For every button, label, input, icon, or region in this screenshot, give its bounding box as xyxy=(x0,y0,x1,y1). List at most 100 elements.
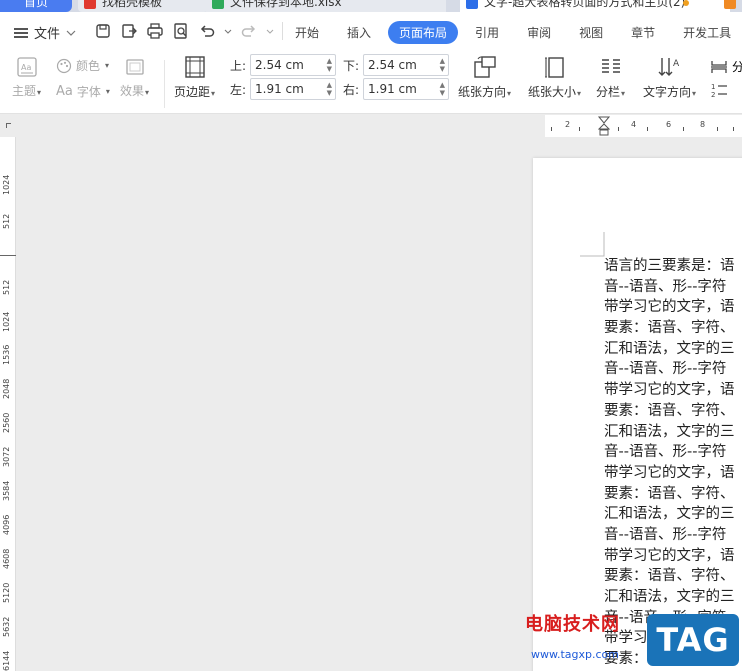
ribbon-tabs: 开始 插入 页面布局 引用 审阅 视图 章节 开发工具 xyxy=(284,21,742,44)
right-margin-label: 右: xyxy=(343,82,360,97)
columns-icon xyxy=(601,59,620,73)
text-line: 要素：语音、字符、 xyxy=(604,320,735,337)
text-line: 音--语音、形--字符 xyxy=(604,361,727,378)
unsaved-dot-icon xyxy=(683,0,689,6)
ruler-tick xyxy=(618,127,619,131)
tab-presentation[interactable] xyxy=(720,0,742,12)
spin-arrows-icon[interactable]: ▲ ▼ xyxy=(327,57,332,73)
paper-size-label: 纸张大小▾ xyxy=(528,85,582,99)
undo-icon[interactable] xyxy=(198,22,216,40)
color-label: 颜色 xyxy=(76,59,101,73)
font-label: 字体 xyxy=(76,85,101,99)
tab-start[interactable]: 开始 xyxy=(284,21,330,44)
tab-home-label: 首页 xyxy=(23,0,48,9)
indent-marker-icon[interactable] xyxy=(598,116,610,136)
text-line: 音--语音、形--字符 xyxy=(604,278,727,295)
tab-insert[interactable]: 插入 xyxy=(336,21,382,44)
tab-spreadsheet-label: 文件保存到本地.xlsx xyxy=(230,0,342,9)
tab-section[interactable]: 章节 xyxy=(620,21,666,44)
top-margin-value: 2.54 cm xyxy=(255,58,304,72)
bottom-margin-label: 下: xyxy=(343,58,360,73)
vruler-label: 4096 xyxy=(2,514,11,535)
theme-icon: Aa xyxy=(16,57,37,77)
margins-button[interactable]: 页边距▾ xyxy=(174,55,215,100)
text-line: 汇和语法，文字的三 xyxy=(604,340,735,357)
watermark-url: www.tagxp.com xyxy=(531,648,619,661)
text-line: 带学习它的文字，语 xyxy=(604,464,735,481)
horizontal-ruler[interactable]: 2 4 6 8 xyxy=(545,115,742,137)
ruler-label: 8 xyxy=(700,120,706,129)
ruler-corner-icon[interactable] xyxy=(6,123,11,128)
spin-arrows-icon[interactable]: ▲ ▼ xyxy=(440,57,445,73)
tab-template[interactable]: 找稻壳模板 xyxy=(78,0,208,12)
save-icon[interactable] xyxy=(94,22,112,40)
document-tab-bar: 首页 找稻壳模板 文件保存到本地.xlsx 文字-超大表格转页面的方式和主页(2… xyxy=(0,0,742,12)
menu-bar: 文件 开始 插入 页面布局 引用 审阅 视图 章节 开发工具 xyxy=(0,12,742,52)
effect-icon xyxy=(125,59,144,75)
text-line: 要素：语音、字符、 xyxy=(604,402,735,419)
wps-writer-window: 首页 找稻壳模板 文件保存到本地.xlsx 文字-超大表格转页面的方式和主页(2… xyxy=(0,0,742,671)
text-direction-label: 文字方向▾ xyxy=(643,85,697,99)
tab-active-document[interactable]: 文字-超大表格转页面的方式和主页(2) xyxy=(460,0,730,12)
page-layout-ribbon: Aa 主题▾ 颜色 ▾ Aa 字体 ▾ 效果▾ 页边距▾ 上: 2.54 cm ▲ ▼ … xyxy=(0,52,742,114)
text-line: 音--语音、形--字符 xyxy=(604,526,727,543)
font-theme-button[interactable]: Aa 字体 ▾ xyxy=(56,83,110,100)
watermark-tag-text: TAG xyxy=(656,621,730,659)
vruler-margin-line xyxy=(0,255,16,256)
left-margin-field[interactable]: 左: 1.91 cm ▲ ▼ xyxy=(230,78,336,100)
vertical-ruler[interactable]: 1024 512 512 1024 1536 2048 2560 3072 35… xyxy=(0,137,16,671)
spin-arrows-icon[interactable]: ▲ ▼ xyxy=(440,81,445,97)
theme-button[interactable]: Aa 主题▾ xyxy=(12,56,41,99)
tab-view[interactable]: 视图 xyxy=(568,21,614,44)
tab-active-document-label: 文字-超大表格转页面的方式和主页(2) xyxy=(484,0,686,9)
tab-spreadsheet[interactable]: 文件保存到本地.xlsx xyxy=(206,0,446,12)
redo-dropdown-icon[interactable] xyxy=(266,27,274,35)
text-line: 要素：语音、字符、 xyxy=(604,568,735,585)
paper-size-button[interactable]: 纸张大小▾ xyxy=(528,55,581,100)
bottom-margin-field[interactable]: 下: 2.54 cm ▲ ▼ xyxy=(343,54,449,76)
top-margin-field[interactable]: 上: 2.54 cm ▲ ▼ xyxy=(230,54,336,76)
site-watermark: 电脑技术网 www.tagxp.com TAG xyxy=(525,608,742,671)
file-menu[interactable]: 文件 xyxy=(14,23,76,42)
vruler-label: 1536 xyxy=(2,344,11,365)
effect-button[interactable]: 效果▾ xyxy=(120,56,149,99)
writer-icon xyxy=(466,0,478,9)
export-pdf-icon[interactable] xyxy=(120,22,138,40)
spin-arrows-icon[interactable]: ▲ ▼ xyxy=(327,81,332,97)
right-margin-field[interactable]: 右: 1.91 cm ▲ ▼ xyxy=(343,78,449,100)
ruler-label: 4 xyxy=(631,120,637,129)
line-numbers-button[interactable]: 分 xyxy=(710,58,742,75)
docer-icon xyxy=(84,0,96,9)
vruler-label: 5120 xyxy=(2,582,11,603)
line-numbering-button[interactable]: 12 xyxy=(710,82,728,98)
right-margin-value: 1.91 cm xyxy=(368,82,417,96)
hamburger-icon xyxy=(14,27,28,38)
text-direction-button[interactable]: A 文字方向▾ xyxy=(643,55,696,100)
tab-references[interactable]: 引用 xyxy=(464,21,510,44)
margins-icon xyxy=(184,56,205,78)
svg-text:A: A xyxy=(673,59,680,69)
quick-access-toolbar xyxy=(94,22,283,40)
redo-icon[interactable] xyxy=(240,22,258,40)
text-line: 要素：语音、字符、 xyxy=(604,485,735,502)
columns-button[interactable]: 分栏▾ xyxy=(596,55,625,100)
print-icon[interactable] xyxy=(146,22,164,40)
bottom-margin-value: 2.54 cm xyxy=(368,58,417,72)
spreadsheet-icon xyxy=(212,0,224,9)
left-margin-label: 左: xyxy=(230,82,247,97)
orientation-button[interactable]: 纸张方向▾ xyxy=(458,55,511,100)
paper-size-icon xyxy=(544,57,564,78)
vruler-label: 512 xyxy=(2,213,11,229)
print-preview-icon[interactable] xyxy=(172,22,190,40)
svg-text:Aa: Aa xyxy=(21,63,31,72)
top-margin-label: 上: xyxy=(230,58,247,73)
tab-developer[interactable]: 开发工具 xyxy=(672,21,742,44)
undo-dropdown-icon[interactable] xyxy=(224,27,232,35)
vruler-label: 3072 xyxy=(2,446,11,467)
vruler-label: 2048 xyxy=(2,378,11,399)
tab-page-layout[interactable]: 页面布局 xyxy=(388,21,459,44)
orientation-icon xyxy=(473,56,496,78)
tab-home[interactable]: 首页 xyxy=(0,0,72,12)
tab-review[interactable]: 审阅 xyxy=(516,21,562,44)
color-button[interactable]: 颜色 ▾ xyxy=(56,57,109,74)
